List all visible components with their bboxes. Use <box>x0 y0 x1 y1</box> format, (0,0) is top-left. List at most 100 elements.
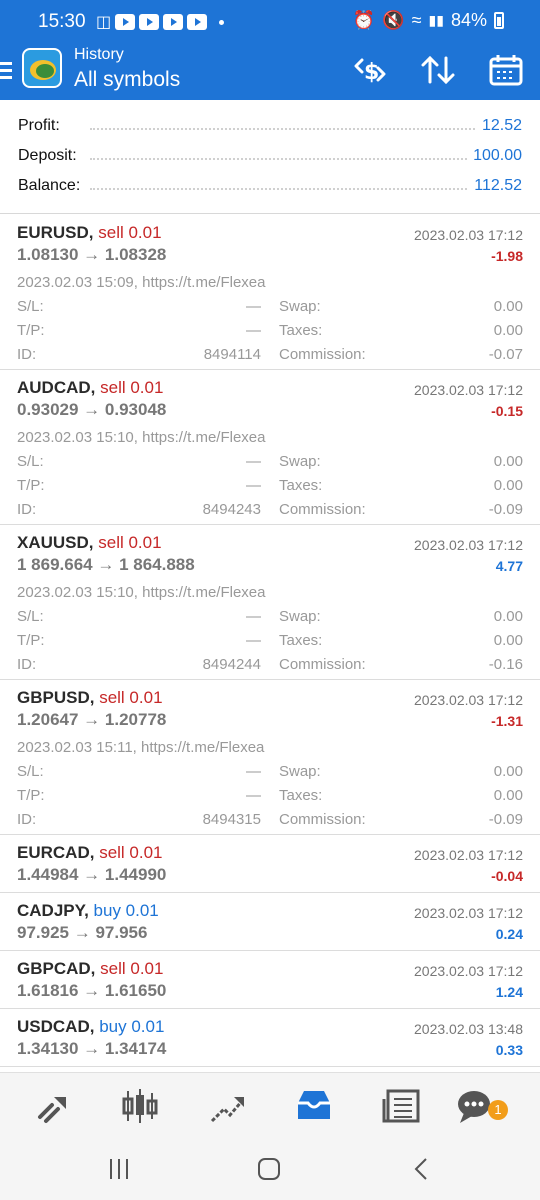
id-label: ID: <box>17 501 37 518</box>
trade-row[interactable]: CADJPY, buy 0.01 97.925 → 97.956 2023.02… <box>0 893 540 951</box>
trade-symbol: EURCAD, <box>17 843 95 862</box>
quotes-icon[interactable] <box>32 1087 76 1125</box>
summary-balance-row: Balance: 112.52 <box>18 177 522 201</box>
trade-row[interactable]: EURCAD, sell 0.01 1.44984 → 1.44990 2023… <box>0 835 540 893</box>
trade-time: 2023.02.03 17:12 <box>414 963 523 979</box>
trade-time: 2023.02.03 17:12 <box>414 227 523 243</box>
sort-icon[interactable] <box>418 52 458 88</box>
summary-label: Balance: <box>18 177 87 195</box>
trade-side: buy 0.01 <box>99 1017 165 1036</box>
tp-label: T/P: <box>17 632 45 649</box>
trade-prices: 1.08130 → 1.08328 <box>17 245 167 264</box>
commission-value: -0.09 <box>488 811 523 828</box>
svg-text:$: $ <box>364 60 379 85</box>
taxes-value: 0.00 <box>493 632 523 649</box>
battery-icon <box>494 12 504 29</box>
youtube-icon <box>163 14 184 30</box>
chart-icon[interactable] <box>118 1087 162 1125</box>
currency-filter-icon[interactable]: $ <box>350 52 390 88</box>
summary-label: Profit: <box>18 117 66 135</box>
sl-label: S/L: <box>17 453 44 470</box>
app-logo-icon[interactable] <box>22 48 62 88</box>
recent-apps-icon[interactable] <box>104 1156 134 1182</box>
id-label: ID: <box>17 656 37 673</box>
commission-value: -0.16 <box>488 656 523 673</box>
swap-value: 0.00 <box>493 298 523 315</box>
taxes-value: 0.00 <box>493 787 523 804</box>
swap-value: 0.00 <box>493 608 523 625</box>
trade-row[interactable]: USDCAD, buy 0.01 1.34130 → 1.34174 2023.… <box>0 1009 540 1067</box>
sl-value: — <box>246 608 261 625</box>
taxes-value: 0.00 <box>493 322 523 339</box>
history-icon[interactable] <box>292 1087 336 1125</box>
page-subtitle: History <box>74 46 124 63</box>
swap-label: Swap: <box>279 608 321 625</box>
notification-icons: ◫ <box>96 12 225 32</box>
trade-time: 2023.02.03 17:12 <box>414 537 523 553</box>
swap-value: 0.00 <box>493 453 523 470</box>
taxes-value: 0.00 <box>493 477 523 494</box>
messages-badge: 1 <box>488 1100 508 1120</box>
trade-row[interactable]: AUDCAD, sell 0.01 0.93029 → 0.93048 2023… <box>0 370 540 525</box>
trade-comment: 2023.02.03 15:10, https://t.me/Flexea <box>17 429 266 446</box>
trade-side: sell 0.01 <box>99 843 163 862</box>
commission-label: Commission: <box>279 811 366 828</box>
trade-time: 2023.02.03 17:12 <box>414 692 523 708</box>
system-navigation <box>0 1138 540 1200</box>
trade-comment: 2023.02.03 15:11, https://t.me/Flexea <box>17 739 265 756</box>
id-value: 8494243 <box>202 501 261 518</box>
trade-side: sell 0.01 <box>98 223 162 242</box>
id-value: 8494315 <box>202 811 261 828</box>
tp-label: T/P: <box>17 477 45 494</box>
taxes-label: Taxes: <box>279 322 323 339</box>
id-label: ID: <box>17 811 37 828</box>
back-icon[interactable] <box>406 1156 436 1182</box>
tp-value: — <box>246 632 261 649</box>
trade-symbol: CADJPY, <box>17 901 89 920</box>
trade-symbol: EURUSD, <box>17 223 94 242</box>
taxes-label: Taxes: <box>279 477 323 494</box>
trade-profit: 0.33 <box>495 1042 523 1058</box>
home-icon[interactable] <box>254 1156 284 1182</box>
swap-value: 0.00 <box>493 763 523 780</box>
trade-comment: 2023.02.03 15:09, https://t.me/Flexea <box>17 274 266 291</box>
trade-symbol: AUDCAD, <box>17 378 96 397</box>
app-bar: History All symbols $ <box>0 42 540 100</box>
wifi-icon: ≈ <box>411 10 422 30</box>
summary-value: 12.52 <box>475 117 522 135</box>
trade-symbol: GBPCAD, <box>17 959 96 978</box>
trade-row[interactable]: XAUUSD, sell 0.01 1 869.664 → 1 864.888 … <box>0 525 540 680</box>
summary-deposit-row: Deposit: 100.00 <box>18 147 522 171</box>
commission-label: Commission: <box>279 656 366 673</box>
summary-value: 100.00 <box>467 147 522 165</box>
trade-row[interactable]: EURUSD, sell 0.01 1.08130 → 1.08328 2023… <box>0 215 540 370</box>
summary-profit-row: Profit: 12.52 <box>18 117 522 141</box>
commission-value: -0.07 <box>488 346 523 363</box>
trade-row[interactable]: GBPUSD, sell 0.01 1.20647 → 1.20778 2023… <box>0 680 540 835</box>
trade-profit: -1.98 <box>491 248 523 264</box>
commission-label: Commission: <box>279 346 366 363</box>
calendar-icon[interactable] <box>486 52 526 88</box>
taxes-label: Taxes: <box>279 632 323 649</box>
menu-icon[interactable] <box>0 62 12 83</box>
news-icon[interactable] <box>380 1087 424 1125</box>
battery-percent: 84% <box>450 10 487 30</box>
taxes-label: Taxes: <box>279 787 323 804</box>
tp-value: — <box>246 322 261 339</box>
status-bar: 15:30 ◫ ⏰ 🔇 ≈ ▮▮ 84% <box>0 0 540 42</box>
trade-profit: -0.04 <box>491 868 523 884</box>
trade-prices: 1 869.664 → 1 864.888 <box>17 555 195 574</box>
tp-value: — <box>246 787 261 804</box>
page-title[interactable]: All symbols <box>74 68 180 92</box>
tp-label: T/P: <box>17 787 45 804</box>
system-status-icons: ⏰ 🔇 ≈ ▮▮ 84% <box>353 10 504 31</box>
sl-label: S/L: <box>17 608 44 625</box>
commission-label: Commission: <box>279 501 366 518</box>
youtube-icon <box>139 14 160 30</box>
swap-label: Swap: <box>279 453 321 470</box>
sl-value: — <box>246 298 261 315</box>
trade-profit: 0.24 <box>495 926 523 942</box>
trade-row[interactable]: GBPCAD, sell 0.01 1.61816 → 1.61650 2023… <box>0 951 540 1009</box>
trade-symbol: XAUUSD, <box>17 533 94 552</box>
trade-icon[interactable] <box>206 1087 250 1125</box>
